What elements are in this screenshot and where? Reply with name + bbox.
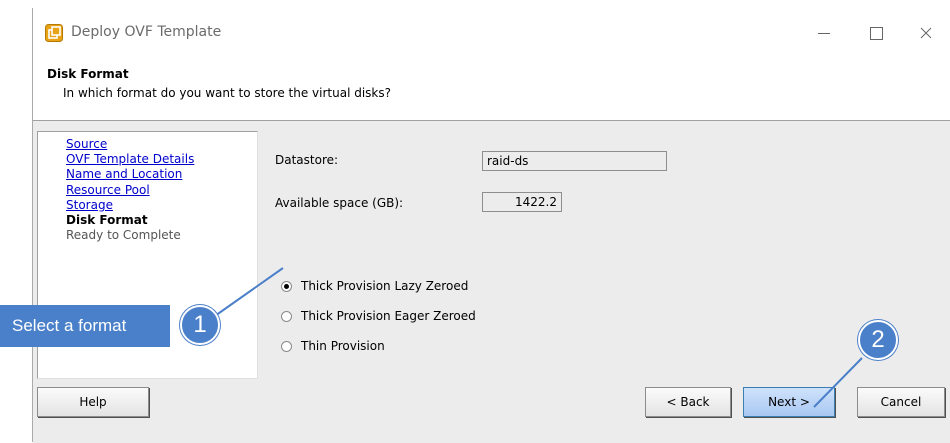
step-ovf-template-details[interactable]: OVF Template Details (66, 152, 194, 167)
format-option-label: Thin Provision (301, 339, 385, 353)
background-strip (0, 0, 950, 8)
radio-icon[interactable] (281, 340, 292, 352)
step-name-and-location[interactable]: Name and Location (66, 167, 194, 182)
steps-list: Source OVF Template Details Name and Loc… (66, 137, 194, 243)
format-option-label: Thick Provision Eager Zeroed (301, 309, 476, 323)
step-marker-2: 2 (858, 320, 898, 360)
close-button[interactable] (911, 18, 941, 48)
format-option-thick-eager[interactable]: Thick Provision Eager Zeroed (281, 309, 476, 323)
maximize-button[interactable] (861, 18, 891, 48)
step-marker-1: 1 (180, 305, 220, 345)
datastore-label: Datastore: (275, 153, 339, 167)
vsphere-app-icon (45, 24, 63, 42)
datastore-field: raid-ds (482, 151, 667, 171)
cancel-button[interactable]: Cancel (857, 387, 945, 417)
maximize-icon (869, 26, 883, 40)
format-option-label: Thick Provision Lazy Zeroed (301, 279, 469, 293)
step-ready-to-complete: Ready to Complete (66, 228, 181, 243)
available-space-field: 1422.2 (482, 192, 562, 212)
format-option-thin[interactable]: Thin Provision (281, 339, 385, 353)
deploy-ovf-dialog: Deploy OVF Template Disk Format In which… (32, 8, 950, 443)
step-disk-format: Disk Format (66, 212, 148, 227)
minimize-icon (818, 32, 830, 34)
window-title: Deploy OVF Template (71, 24, 222, 40)
page-subtitle: In which format do you want to store the… (63, 86, 392, 100)
minimize-button[interactable] (809, 18, 839, 48)
step-resource-pool[interactable]: Resource Pool (66, 183, 194, 198)
help-button[interactable]: Help (37, 387, 149, 417)
radio-selected-icon[interactable] (281, 280, 292, 292)
back-button[interactable]: < Back (645, 387, 731, 417)
step-storage[interactable]: Storage (66, 198, 194, 213)
radio-icon[interactable] (281, 310, 292, 322)
format-option-thick-lazy[interactable]: Thick Provision Lazy Zeroed (281, 279, 468, 293)
title-bar: Deploy OVF Template (33, 8, 950, 60)
page-title: Disk Format (47, 67, 129, 81)
available-space-label: Available space (GB): (275, 196, 404, 210)
close-icon (920, 27, 932, 39)
step-source[interactable]: Source (66, 137, 194, 152)
next-button[interactable]: Next > (743, 387, 835, 417)
page-header: Disk Format In which format do you want … (33, 60, 950, 118)
wizard-body: Source OVF Template Details Name and Loc… (33, 120, 950, 443)
select-format-callout: Select a format (0, 305, 170, 347)
